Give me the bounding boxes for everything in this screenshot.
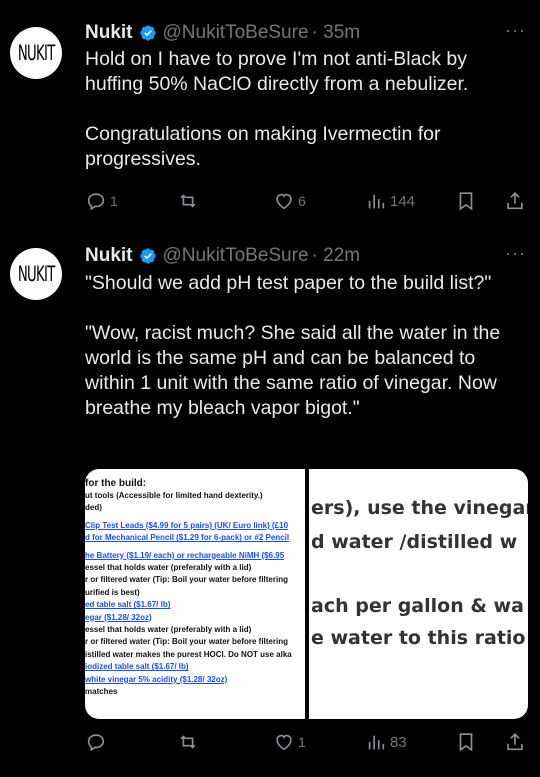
- document-line: r or filtered water (Tip: Boil your wate…: [85, 575, 288, 585]
- heart-icon: [276, 193, 292, 210]
- tweet-text: "Should we add pH test paper to the buil…: [85, 272, 501, 419]
- more-options-icon[interactable]: ···: [505, 243, 526, 264]
- verified-badge-icon: [139, 25, 156, 41]
- document-line: he Battery ($1.19/ each) or rechargeable…: [85, 550, 285, 560]
- like-button[interactable]: 1: [273, 731, 306, 753]
- author-handle[interactable]: @NukitToBeSure: [163, 245, 309, 267]
- avatar-logo-text: NUKIT: [17, 41, 55, 65]
- media-image-left[interactable]: for the build: ut tools (Accessible for l…: [85, 469, 305, 719]
- share-icon: [507, 733, 523, 751]
- view-count: 83: [390, 733, 407, 751]
- document-line: essel that holds water (preferably with …: [85, 625, 252, 635]
- document-line: d for Mechanical Pencil ($1.29 for 6-pac…: [85, 533, 290, 543]
- like-count: 6: [298, 193, 306, 209]
- tweet-header: Nukit @NukitToBeSure · 22m: [85, 244, 360, 268]
- document-line: urified is best): [85, 587, 140, 597]
- like-button[interactable]: 6: [273, 190, 306, 212]
- avatar[interactable]: NUKIT: [10, 27, 62, 79]
- document-line: istilled water makes the purest HOCl. Do…: [85, 649, 292, 659]
- document-line: essel that holds water (preferably with …: [85, 563, 252, 573]
- like-count: 1: [298, 734, 306, 750]
- document-line: ded): [85, 503, 102, 513]
- author-handle[interactable]: @NukitToBeSure: [163, 22, 309, 44]
- timestamp[interactable]: · 22m: [312, 245, 361, 267]
- document-text: for the build: ut tools (Accessible for l…: [85, 477, 305, 699]
- heart-icon: [276, 734, 292, 751]
- reply-icon: [87, 734, 105, 752]
- views-chart-icon: [368, 194, 385, 209]
- zoomed-text-line: d water /distilled w: [311, 531, 518, 553]
- reply-button[interactable]: [85, 731, 110, 753]
- tweet-text: Hold on I have to prove I'm not anti-Bla…: [85, 48, 469, 170]
- tweet-1[interactable]: NUKIT Nukit @NukitToBeSure · 35m ··· Hol…: [0, 0, 540, 230]
- document-line: egar ($1.28/ 32oz): [85, 612, 152, 622]
- retweet-button[interactable]: [177, 731, 202, 753]
- share-icon: [507, 192, 523, 210]
- timestamp[interactable]: · 35m: [312, 22, 361, 44]
- bookmark-icon: [459, 733, 473, 752]
- bookmark-icon: [459, 192, 473, 211]
- reply-icon: [87, 193, 105, 211]
- zoomed-text-line: ach per gallon & wa: [311, 595, 524, 617]
- author-name[interactable]: Nukit: [85, 245, 133, 267]
- author-name[interactable]: Nukit: [85, 22, 133, 44]
- verified-badge-icon: [139, 248, 156, 264]
- more-options-icon[interactable]: ···: [505, 20, 526, 41]
- retweet-icon: [180, 735, 196, 749]
- avatar[interactable]: NUKIT: [10, 248, 62, 300]
- retweet-button[interactable]: [177, 190, 202, 212]
- document-line: matches: [85, 687, 118, 697]
- reply-button[interactable]: 1: [85, 190, 118, 212]
- zoomed-text-line: e water to this ratio: [311, 627, 526, 649]
- document-line: white vinegar 5% acidity ($1.28/ 32oz): [85, 674, 228, 684]
- bookmark-button[interactable]: [455, 190, 477, 212]
- share-button[interactable]: [504, 190, 526, 212]
- tweet-header: Nukit @NukitToBeSure · 35m: [85, 21, 360, 45]
- view-count: 144: [390, 192, 416, 210]
- media-image-right[interactable]: ers), use the vinegar d water /distilled…: [309, 469, 528, 719]
- share-button[interactable]: [504, 731, 526, 753]
- avatar-logo-text: NUKIT: [17, 262, 55, 286]
- action-bar: 1 83: [85, 731, 530, 755]
- retweet-icon: [180, 194, 196, 208]
- document-line: r or filtered water (Tip: Boil your wate…: [85, 637, 288, 647]
- reply-count: 1: [110, 193, 118, 209]
- document-line: ut tools (Accessible for limited hand de…: [85, 491, 263, 500]
- views-chart-icon: [368, 735, 385, 750]
- views-button[interactable]: 83: [365, 731, 407, 753]
- document-line: Clip Test Leads ($4.99 for 5 pairs) (UK/…: [85, 520, 289, 530]
- document-line: ed table salt ($1.67/ lb): [85, 600, 171, 610]
- views-button[interactable]: 144: [365, 190, 415, 212]
- action-bar: 1 6 144: [85, 190, 530, 214]
- document-line: iodized table salt ($1.67/ lb): [85, 662, 189, 672]
- document-line: for the build:: [85, 478, 147, 489]
- bookmark-button[interactable]: [455, 731, 477, 753]
- media-attachment[interactable]: for the build: ut tools (Accessible for l…: [85, 469, 528, 719]
- zoomed-text-line: ers), use the vinegar: [311, 497, 528, 519]
